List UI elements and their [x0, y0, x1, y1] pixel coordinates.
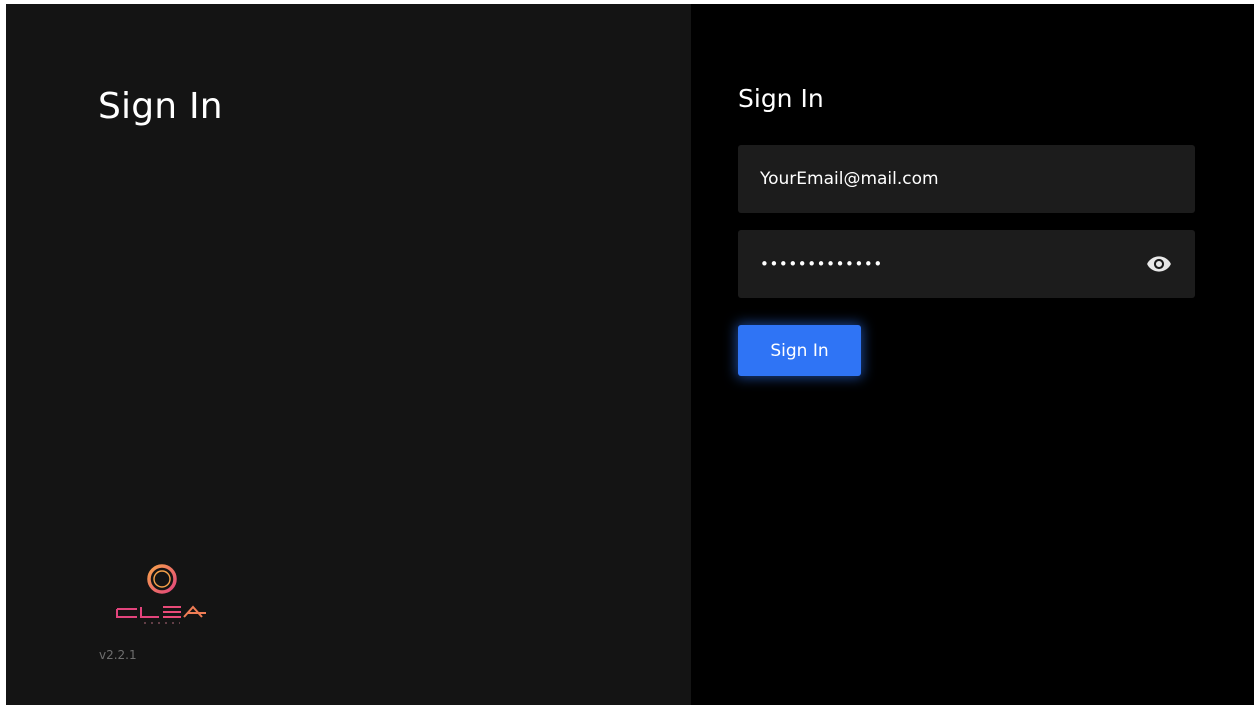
sign-in-form-panel: Sign In ••••••••••••• Sign In: [691, 4, 1254, 705]
brand-panel: Sign In v2.2.1: [6, 4, 691, 705]
clearfront-logo-icon: [114, 562, 210, 626]
sign-in-button[interactable]: Sign In: [738, 325, 861, 376]
email-input[interactable]: [760, 169, 1173, 189]
email-field[interactable]: [738, 145, 1195, 213]
app-root: Sign In v2.2.1 Sign In YourEmail@mail.co…: [0, 0, 1254, 705]
eye-icon[interactable]: [1145, 250, 1173, 278]
password-field[interactable]: •••••••••••••: [738, 230, 1195, 298]
form-title: Sign In: [738, 84, 824, 113]
version-label: v2.2.1: [99, 648, 137, 662]
page-title: Sign In: [98, 86, 223, 127]
app-window: Sign In v2.2.1 Sign In YourEmail@mail.co…: [6, 4, 1254, 705]
password-input[interactable]: •••••••••••••: [760, 255, 1145, 273]
